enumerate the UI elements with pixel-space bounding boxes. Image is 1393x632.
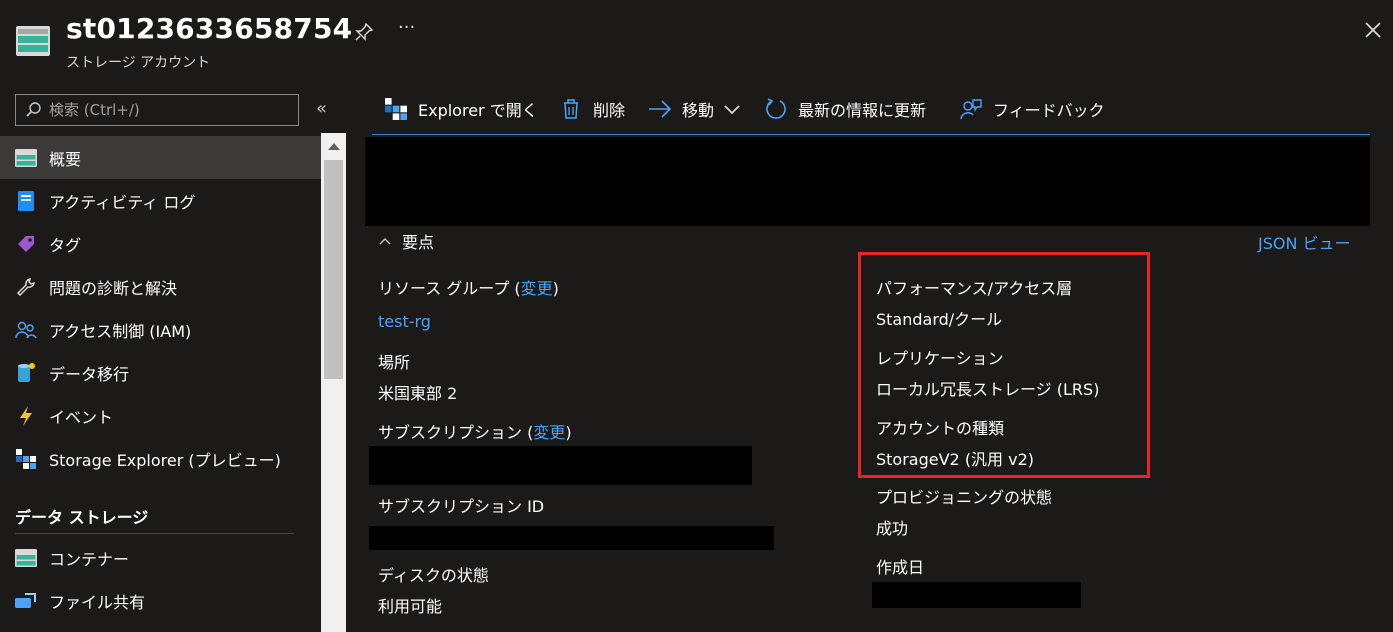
essentials-label: 要点 — [402, 233, 435, 252]
sidebar-item-activity-log[interactable]: アクティビティ ログ — [0, 179, 321, 222]
sidebar-item-storage-explorer[interactable]: Storage Explorer (プレビュー) — [0, 437, 321, 480]
disk-state-value: 利用可能 — [378, 597, 443, 616]
disk-state-label: ディスクの状態 — [378, 566, 489, 585]
provisioning-label: プロビジョニングの状態 — [876, 488, 1053, 507]
toolbar-label: フィードバック — [993, 101, 1105, 120]
feedback-icon — [959, 97, 983, 121]
redacted-subscription — [369, 446, 752, 485]
sidebar-item-data-migration[interactable]: データ移行 — [0, 351, 321, 394]
storage-account-icon — [16, 26, 50, 56]
tag-icon — [14, 232, 38, 256]
sidebar-item-containers[interactable]: コンテナー — [0, 536, 321, 579]
toolbar-label: 削除 — [593, 101, 626, 120]
sidebar-item-label: アクティビティ ログ — [49, 192, 196, 212]
close-icon[interactable] — [1363, 20, 1383, 40]
redacted-created-date — [872, 582, 1081, 608]
search-input[interactable] — [49, 99, 289, 121]
sidebar-item-label: コンテナー — [49, 549, 130, 569]
sidebar-item-diagnose[interactable]: 問題の診断と解決 — [0, 265, 321, 308]
command-bar: Explorer で開く 削除 移動 最新の情報に更新 フィードバック — [372, 85, 1370, 135]
container-icon — [14, 546, 38, 570]
people-icon — [14, 318, 38, 342]
pin-icon[interactable] — [354, 22, 374, 42]
collapse-sidebar-button[interactable]: « — [316, 99, 336, 119]
resource-group-value-link[interactable]: test-rg — [378, 312, 431, 331]
resource-group-label: リソース グループ (変更) — [378, 279, 559, 298]
move-button[interactable]: 移動 — [648, 95, 740, 123]
scroll-up-arrow-icon[interactable] — [328, 143, 340, 150]
file-share-icon — [14, 589, 38, 613]
blade-header: st0123633658754 ストレージ アカウント ··· — [0, 0, 1393, 85]
provisioning-value: 成功 — [876, 519, 909, 538]
scroll-thumb[interactable] — [324, 160, 343, 379]
sidebar: « 概要 アクティビティ ログ タグ 問題の診断と解決 アクセス制御 (IAM) — [0, 85, 346, 632]
activity-log-icon — [14, 189, 38, 213]
sidebar-scrollbar[interactable] — [321, 133, 346, 632]
lightning-icon — [14, 404, 38, 428]
data-migration-icon — [14, 361, 38, 385]
json-view-link[interactable]: JSON ビュー — [1258, 230, 1351, 254]
sidebar-item-label: データ移行 — [49, 364, 130, 384]
sidebar-search[interactable] — [15, 94, 299, 126]
page-subtitle: ストレージ アカウント — [66, 55, 211, 71]
chevron-up-icon — [379, 238, 391, 245]
open-in-explorer-button[interactable]: Explorer で開く — [384, 95, 538, 123]
change-resource-group-link[interactable]: 変更 — [521, 279, 553, 298]
feedback-button[interactable]: フィードバック — [959, 95, 1105, 123]
sidebar-item-file-shares[interactable]: ファイル共有 — [0, 579, 321, 622]
storage-explorer-icon — [384, 97, 408, 121]
subscription-id-label: サブスクリプション ID — [378, 497, 545, 516]
created-label: 作成日 — [876, 558, 925, 577]
sidebar-item-label: Storage Explorer (プレビュー) — [49, 450, 281, 470]
chevron-down-icon — [724, 105, 740, 115]
subscription-label: サブスクリプション (変更) — [378, 423, 572, 442]
section-title-data-storage: データ ストレージ — [15, 508, 149, 527]
sidebar-item-label: アクセス制御 (IAM) — [49, 321, 192, 341]
refresh-button[interactable]: 最新の情報に更新 — [764, 95, 926, 123]
location-value: 米国東部 2 — [378, 384, 458, 403]
storage-explorer-icon — [14, 447, 38, 471]
toolbar-label: Explorer で開く — [418, 101, 538, 120]
location-label: 場所 — [378, 353, 411, 372]
sidebar-item-label: 概要 — [49, 149, 82, 169]
sidebar-item-label: 問題の診断と解決 — [49, 278, 178, 298]
sidebar-item-label: イベント — [49, 407, 114, 427]
sidebar-item-iam[interactable]: アクセス制御 (IAM) — [0, 308, 321, 351]
sidebar-item-overview[interactable]: 概要 — [0, 136, 321, 179]
trash-icon — [559, 97, 583, 121]
wrench-icon — [14, 275, 38, 299]
more-options-icon[interactable]: ··· — [398, 18, 418, 38]
search-icon — [26, 102, 41, 117]
refresh-icon — [764, 97, 788, 121]
redacted-subscription-id — [369, 526, 774, 550]
delete-button[interactable]: 削除 — [559, 95, 625, 123]
section-divider — [15, 533, 294, 534]
toolbar-label: 最新の情報に更新 — [798, 101, 927, 120]
toolbar-label: 移動 — [682, 101, 715, 120]
sidebar-item-events[interactable]: イベント — [0, 394, 321, 437]
essentials-toggle[interactable]: 要点 — [378, 229, 434, 253]
sidebar-item-tags[interactable]: タグ — [0, 222, 321, 265]
page-title: st0123633658754 — [66, 12, 353, 45]
redacted-banner — [365, 137, 1370, 226]
sidebar-item-label: ファイル共有 — [49, 592, 146, 612]
highlight-box — [858, 252, 1150, 478]
storage-account-icon — [14, 146, 38, 170]
arrow-right-icon — [648, 97, 672, 121]
change-subscription-link[interactable]: 変更 — [533, 423, 565, 442]
sidebar-item-label: タグ — [49, 235, 82, 255]
